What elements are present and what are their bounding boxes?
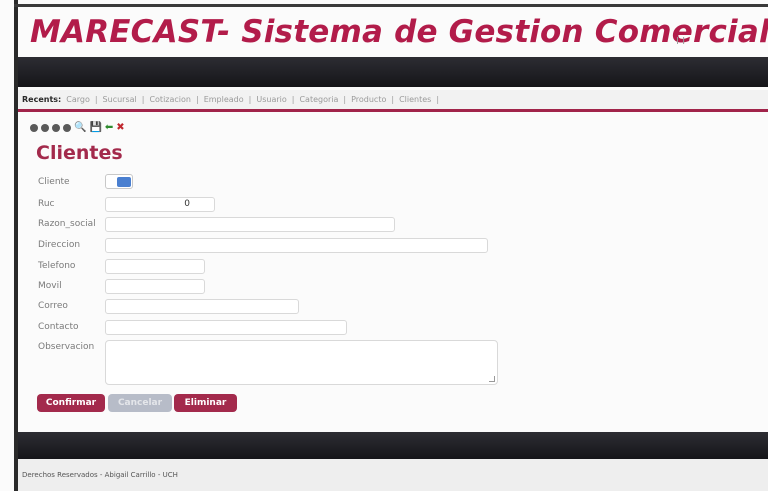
razon-social-input[interactable] bbox=[105, 217, 395, 232]
recent-separator: | bbox=[391, 95, 395, 104]
recent-link-usuario[interactable]: Usuario bbox=[256, 95, 286, 104]
ruc-input[interactable]: 0 bbox=[105, 197, 215, 212]
observacion-label: Observacion bbox=[38, 342, 95, 352]
save-icon[interactable]: 💾 bbox=[89, 122, 101, 134]
page-title: Clientes bbox=[36, 142, 123, 164]
razon-social-label: Razon_social bbox=[38, 219, 96, 229]
recent-link-categoria[interactable]: Categoria bbox=[299, 95, 338, 104]
recent-separator: | bbox=[291, 95, 295, 104]
direccion-label: Direccion bbox=[38, 240, 81, 250]
confirm-button[interactable]: Confirmar bbox=[37, 394, 105, 412]
delete-button[interactable]: Eliminar bbox=[174, 394, 237, 412]
recent-link-cotizacion[interactable]: Cotizacion bbox=[149, 95, 191, 104]
recent-link-empleado[interactable]: Empleado bbox=[204, 95, 244, 104]
recent-separator: | bbox=[248, 95, 252, 104]
movil-input[interactable] bbox=[105, 279, 205, 294]
contacto-label: Contacto bbox=[38, 322, 79, 332]
next-record-icon[interactable] bbox=[52, 124, 60, 132]
top-navigation-bar bbox=[18, 57, 768, 87]
title-mark: I I bbox=[676, 36, 686, 47]
bottom-bar bbox=[18, 432, 768, 459]
recent-separator: | bbox=[141, 95, 145, 104]
correo-input[interactable] bbox=[105, 299, 299, 314]
telefono-input[interactable] bbox=[105, 259, 205, 274]
window-frame-top bbox=[14, 4, 768, 7]
recent-separator: | bbox=[195, 95, 199, 104]
recents-bar: Recents: Cargo | Sucursal | Cotizacion |… bbox=[18, 90, 768, 112]
movil-label: Movil bbox=[38, 281, 62, 291]
correo-label: Correo bbox=[38, 301, 68, 311]
recent-link-sucursal[interactable]: Sucursal bbox=[103, 95, 137, 104]
recent-link-cargo[interactable]: Cargo bbox=[66, 95, 90, 104]
recent-separator: | bbox=[94, 95, 98, 104]
recent-separator: | bbox=[436, 95, 440, 104]
app-title: MARECAST- Sistema de Gestion Comercial bbox=[30, 14, 768, 50]
recent-link-clientes[interactable]: Clientes bbox=[399, 95, 431, 104]
previous-record-icon[interactable] bbox=[41, 124, 49, 132]
observacion-textarea[interactable] bbox=[105, 340, 498, 385]
resize-grip-icon[interactable] bbox=[489, 376, 495, 382]
recents-label: Recents: bbox=[22, 95, 62, 104]
back-arrow-icon[interactable]: ⬅ bbox=[105, 122, 113, 134]
record-toolbar: 🔍 💾 ⬅ ✖ bbox=[30, 121, 125, 135]
search-icon[interactable]: 🔍 bbox=[74, 122, 86, 134]
first-record-icon[interactable] bbox=[30, 124, 38, 132]
telefono-label: Telefono bbox=[38, 261, 76, 271]
cliente-checkbox-field[interactable] bbox=[105, 174, 133, 189]
cliente-checkbox[interactable] bbox=[117, 177, 131, 187]
close-icon[interactable]: ✖ bbox=[116, 122, 124, 134]
contacto-input[interactable] bbox=[105, 320, 347, 335]
recent-link-producto[interactable]: Producto bbox=[351, 95, 386, 104]
cliente-label: Cliente bbox=[38, 177, 70, 187]
footer-text: Derechos Reservados - Abigail Carrillo -… bbox=[22, 471, 178, 479]
footer: Derechos Reservados - Abigail Carrillo -… bbox=[18, 459, 768, 491]
cancel-button[interactable]: Cancelar bbox=[108, 394, 172, 412]
recent-separator: | bbox=[343, 95, 347, 104]
direccion-input[interactable] bbox=[105, 238, 488, 253]
ruc-label: Ruc bbox=[38, 199, 55, 209]
last-record-icon[interactable] bbox=[63, 124, 71, 132]
